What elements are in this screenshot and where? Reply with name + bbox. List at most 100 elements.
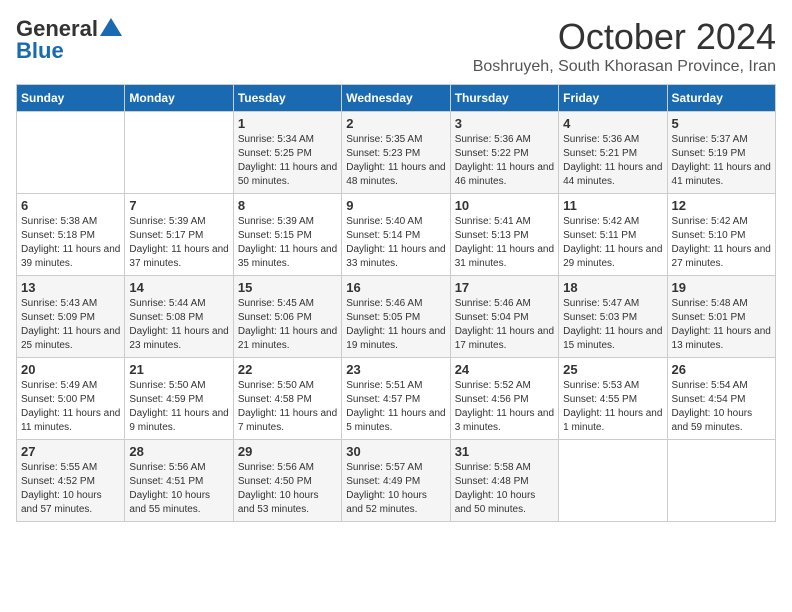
- day-number: 30: [346, 444, 445, 459]
- calendar-cell: 11 Sunrise: 5:42 AM Sunset: 5:11 PM Dayli…: [559, 194, 667, 276]
- day-number: 24: [455, 362, 554, 377]
- day-detail: Sunrise: 5:50 AM Sunset: 4:59 PM Dayligh…: [129, 379, 228, 435]
- day-number: 4: [563, 116, 662, 131]
- day-detail: Sunrise: 5:56 AM Sunset: 4:51 PM Dayligh…: [129, 461, 228, 517]
- day-detail: Sunrise: 5:35 AM Sunset: 5:23 PM Dayligh…: [346, 133, 445, 189]
- calendar-cell: 14Sunrise: 5:44 AM Sunset: 5:08 PM Dayli…: [125, 276, 233, 358]
- week-row-1: 1 Sunrise: 5:34 AM Sunset: 5:25 PM Daylig…: [17, 112, 776, 194]
- calendar-cell: 9Sunrise: 5:40 AM Sunset: 5:14 PM Daylig…: [342, 194, 450, 276]
- calendar-cell: 27 Sunrise: 5:55 AM Sunset: 4:52 PM Dayli…: [17, 440, 125, 522]
- day-number: 8: [238, 198, 337, 213]
- day-detail: Sunrise: 5:58 AM Sunset: 4:48 PM Dayligh…: [455, 461, 554, 517]
- calendar-cell: 4 Sunrise: 5:36 AM Sunset: 5:21 PM Daylig…: [559, 112, 667, 194]
- day-number: 25: [563, 362, 662, 377]
- day-number: 5: [672, 116, 771, 131]
- calendar-cell: 26Sunrise: 5:54 AM Sunset: 4:54 PM Dayli…: [667, 358, 775, 440]
- day-detail: Sunrise: 5:45 AM Sunset: 5:06 PM Dayligh…: [238, 297, 337, 353]
- day-number: 1: [238, 116, 337, 131]
- day-number: 17: [455, 280, 554, 295]
- calendar-cell: 31 Sunrise: 5:58 AM Sunset: 4:48 PM Dayli…: [450, 440, 558, 522]
- day-detail: Sunrise: 5:39 AM Sunset: 5:17 PM Dayligh…: [129, 215, 228, 271]
- calendar-cell: 10 Sunrise: 5:41 AM Sunset: 5:13 PM Dayli…: [450, 194, 558, 276]
- header-day-monday: Monday: [125, 85, 233, 112]
- day-detail: Sunrise: 5:42 AM Sunset: 5:11 PM Dayligh…: [563, 215, 662, 271]
- day-number: 22: [238, 362, 337, 377]
- day-detail: Sunrise: 5:57 AM Sunset: 4:49 PM Dayligh…: [346, 461, 445, 517]
- day-detail: Sunrise: 5:56 AM Sunset: 4:50 PM Dayligh…: [238, 461, 337, 517]
- calendar-cell: 12 Sunrise: 5:42 AM Sunset: 5:10 PM Dayli…: [667, 194, 775, 276]
- day-detail: Sunrise: 5:53 AM Sunset: 4:55 PM Dayligh…: [563, 379, 662, 435]
- day-detail: Sunrise: 5:39 AM Sunset: 5:15 PM Dayligh…: [238, 215, 337, 271]
- day-number: 20: [21, 362, 120, 377]
- logo-blue: Blue: [16, 38, 64, 64]
- calendar-cell: 18 Sunrise: 5:47 AM Sunset: 5:03 PM Dayli…: [559, 276, 667, 358]
- day-number: 26: [672, 362, 771, 377]
- day-number: 19: [672, 280, 771, 295]
- day-detail: Sunrise: 5:36 AM Sunset: 5:21 PM Dayligh…: [563, 133, 662, 189]
- calendar-cell: 29 Sunrise: 5:56 AM Sunset: 4:50 PM Dayli…: [233, 440, 341, 522]
- calendar-cell: 2 Sunrise: 5:35 AM Sunset: 5:23 PM Daylig…: [342, 112, 450, 194]
- calendar-cell: 1 Sunrise: 5:34 AM Sunset: 5:25 PM Daylig…: [233, 112, 341, 194]
- day-number: 23: [346, 362, 445, 377]
- day-detail: Sunrise: 5:34 AM Sunset: 5:25 PM Dayligh…: [238, 133, 337, 189]
- calendar-cell: [559, 440, 667, 522]
- day-number: 16: [346, 280, 445, 295]
- day-detail: Sunrise: 5:46 AM Sunset: 5:05 PM Dayligh…: [346, 297, 445, 353]
- day-detail: Sunrise: 5:41 AM Sunset: 5:13 PM Dayligh…: [455, 215, 554, 271]
- calendar-cell: 17Sunrise: 5:46 AM Sunset: 5:04 PM Dayli…: [450, 276, 558, 358]
- day-detail: Sunrise: 5:51 AM Sunset: 4:57 PM Dayligh…: [346, 379, 445, 435]
- calendar-cell: 5Sunrise: 5:37 AM Sunset: 5:19 PM Daylig…: [667, 112, 775, 194]
- day-number: 12: [672, 198, 771, 213]
- location-subtitle: Boshruyeh, South Khorasan Province, Iran: [473, 58, 776, 76]
- header-day-wednesday: Wednesday: [342, 85, 450, 112]
- day-number: 31: [455, 444, 554, 459]
- header-day-saturday: Saturday: [667, 85, 775, 112]
- day-number: 11: [563, 198, 662, 213]
- day-number: 27: [21, 444, 120, 459]
- calendar-cell: 7 Sunrise: 5:39 AM Sunset: 5:17 PM Daylig…: [125, 194, 233, 276]
- logo-icon: [100, 18, 122, 36]
- day-detail: Sunrise: 5:55 AM Sunset: 4:52 PM Dayligh…: [21, 461, 120, 517]
- day-number: 28: [129, 444, 228, 459]
- header-day-sunday: Sunday: [17, 85, 125, 112]
- day-detail: Sunrise: 5:52 AM Sunset: 4:56 PM Dayligh…: [455, 379, 554, 435]
- week-row-5: 27 Sunrise: 5:55 AM Sunset: 4:52 PM Dayli…: [17, 440, 776, 522]
- calendar-cell: 30 Sunrise: 5:57 AM Sunset: 4:49 PM Dayli…: [342, 440, 450, 522]
- day-detail: Sunrise: 5:36 AM Sunset: 5:22 PM Dayligh…: [455, 133, 554, 189]
- day-detail: Sunrise: 5:42 AM Sunset: 5:10 PM Dayligh…: [672, 215, 771, 271]
- calendar-cell: 25 Sunrise: 5:53 AM Sunset: 4:55 PM Dayli…: [559, 358, 667, 440]
- calendar-cell: [125, 112, 233, 194]
- header-day-friday: Friday: [559, 85, 667, 112]
- calendar-body: 1 Sunrise: 5:34 AM Sunset: 5:25 PM Daylig…: [17, 112, 776, 522]
- header-row: SundayMondayTuesdayWednesdayThursdayFrid…: [17, 85, 776, 112]
- calendar-cell: 3 Sunrise: 5:36 AM Sunset: 5:22 PM Daylig…: [450, 112, 558, 194]
- logo: General Blue: [16, 16, 122, 64]
- day-detail: Sunrise: 5:48 AM Sunset: 5:01 PM Dayligh…: [672, 297, 771, 353]
- calendar-cell: 20Sunrise: 5:49 AM Sunset: 5:00 PM Dayli…: [17, 358, 125, 440]
- day-detail: Sunrise: 5:40 AM Sunset: 5:14 PM Dayligh…: [346, 215, 445, 271]
- day-number: 7: [129, 198, 228, 213]
- header-day-tuesday: Tuesday: [233, 85, 341, 112]
- day-number: 14: [129, 280, 228, 295]
- month-title: October 2024: [473, 16, 776, 58]
- day-number: 15: [238, 280, 337, 295]
- day-number: 10: [455, 198, 554, 213]
- header-day-thursday: Thursday: [450, 85, 558, 112]
- calendar-cell: 6Sunrise: 5:38 AM Sunset: 5:18 PM Daylig…: [17, 194, 125, 276]
- title-block: October 2024 Boshruyeh, South Khorasan P…: [473, 16, 776, 76]
- calendar-header: SundayMondayTuesdayWednesdayThursdayFrid…: [17, 85, 776, 112]
- day-number: 2: [346, 116, 445, 131]
- calendar-cell: 13 Sunrise: 5:43 AM Sunset: 5:09 PM Dayli…: [17, 276, 125, 358]
- day-detail: Sunrise: 5:47 AM Sunset: 5:03 PM Dayligh…: [563, 297, 662, 353]
- calendar-cell: 8 Sunrise: 5:39 AM Sunset: 5:15 PM Daylig…: [233, 194, 341, 276]
- calendar-cell: 24 Sunrise: 5:52 AM Sunset: 4:56 PM Dayli…: [450, 358, 558, 440]
- calendar-cell: 15 Sunrise: 5:45 AM Sunset: 5:06 PM Dayli…: [233, 276, 341, 358]
- day-number: 29: [238, 444, 337, 459]
- day-number: 13: [21, 280, 120, 295]
- day-detail: Sunrise: 5:43 AM Sunset: 5:09 PM Dayligh…: [21, 297, 120, 353]
- day-number: 3: [455, 116, 554, 131]
- day-number: 18: [563, 280, 662, 295]
- day-number: 6: [21, 198, 120, 213]
- week-row-4: 20Sunrise: 5:49 AM Sunset: 5:00 PM Dayli…: [17, 358, 776, 440]
- week-row-3: 13 Sunrise: 5:43 AM Sunset: 5:09 PM Dayli…: [17, 276, 776, 358]
